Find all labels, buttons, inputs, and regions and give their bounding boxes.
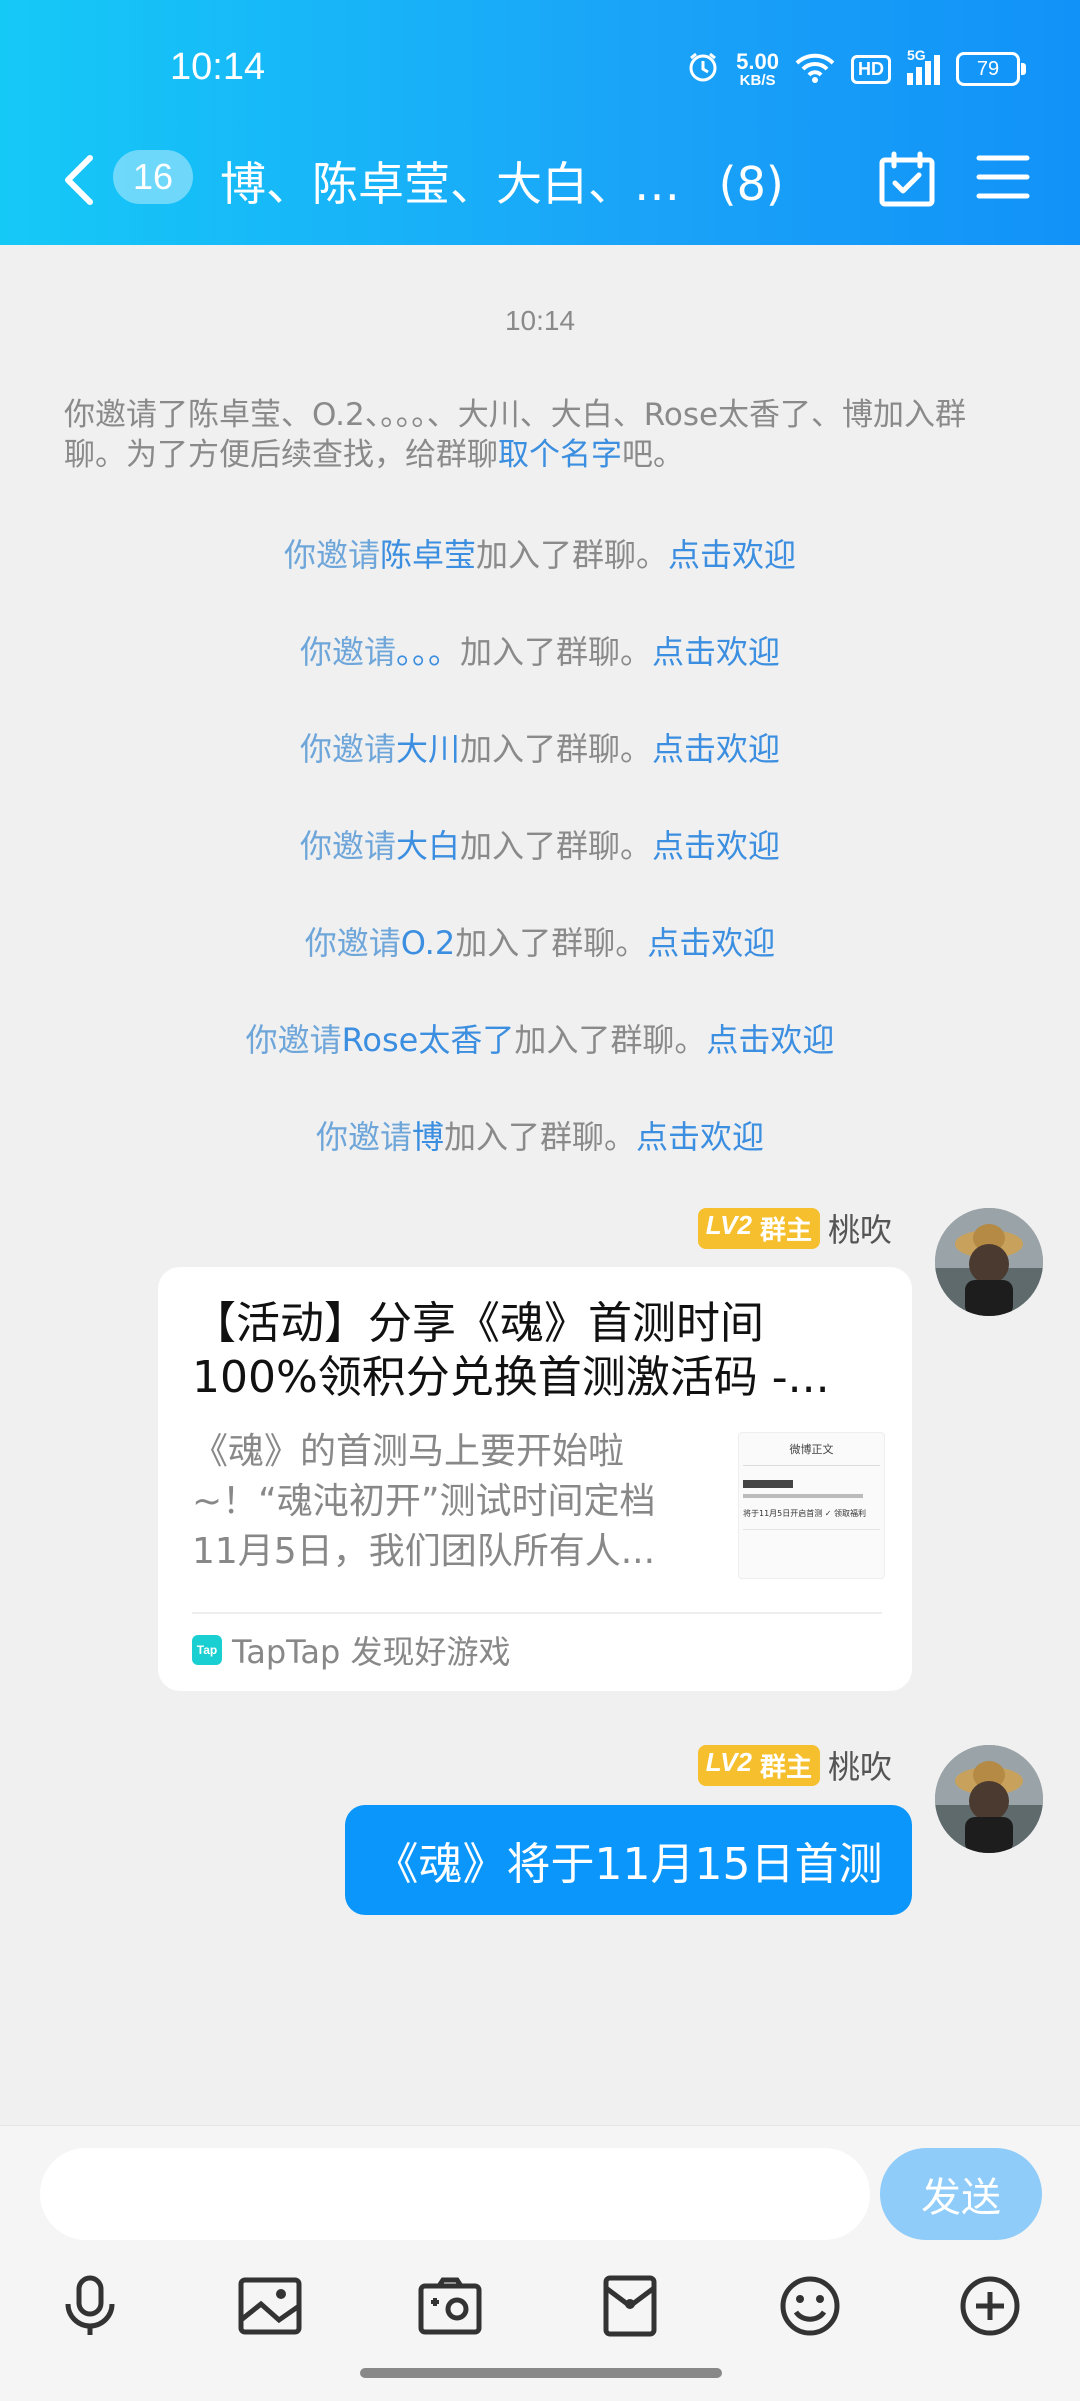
calendar-check-icon [879,151,935,207]
sender-name[interactable]: 桃吹 [828,1742,892,1788]
welcome-link[interactable]: 点击欢迎 [636,1118,764,1156]
welcome-link[interactable]: 点击欢迎 [706,1021,834,1059]
chat-title[interactable]: 博、陈卓莹、大白、… (8) [220,148,784,214]
calendar-button[interactable] [878,150,936,208]
join-notice: 你邀请Rose太香了加入了群聊。点击欢迎 [245,1021,835,1059]
send-button[interactable]: 发送 [880,2148,1042,2240]
voice-button[interactable] [50,2266,130,2346]
role-badge: LV2 群主 [697,1744,820,1786]
message-timestamp: 10:14 [504,305,576,336]
member-count: (8) [718,157,784,211]
member-name[interactable]: 大白 [396,827,460,865]
join-notice: 你邀请O.2加入了群聊。点击欢迎 [304,924,776,962]
image-icon [238,2277,302,2335]
card-source: TapTap 发现好游戏 [232,1633,511,1671]
welcome-link[interactable]: 点击欢迎 [647,924,775,962]
plus-icon [960,2276,1020,2336]
welcome-link[interactable]: 点击欢迎 [652,827,780,865]
alarm-icon [686,50,720,88]
card-thumbnail: 微博正文 将于11月5日开启首测 ✓ 领取福利 [738,1432,885,1579]
status-bar: 10:14 5.00 KB/S HD 5G 79 [0,0,1080,140]
emoji-icon [780,2276,840,2336]
home-indicator[interactable] [360,2368,722,2378]
join-notice: 你邀请大川加入了群聊。点击欢迎 [299,730,781,768]
card-title: 【活动】分享《魂》首测时间100%领积分兑换首测激活码 -... [192,1298,830,1403]
nav-bar: 16 博、陈卓莹、大白、… (8) [0,140,1080,245]
member-name[interactable]: Rose太香了 [342,1021,515,1059]
welcome-link[interactable]: 点击欢迎 [652,730,780,768]
member-name[interactable]: 陈卓莹 [380,536,476,574]
join-notice: 你邀请博加入了群聊。点击欢迎 [315,1118,765,1156]
welcome-link[interactable]: 点击欢迎 [652,633,780,671]
join-notice: 你邀请大白加入了群聊。点击欢迎 [299,827,781,865]
network-speed: 5.00 KB/S [736,48,779,89]
member-name[interactable]: 博 [412,1118,444,1156]
join-notice: 你邀请。。。加入了群聊。点击欢迎 [299,633,781,671]
name-group-link[interactable]: 取个名字 [498,437,622,473]
taptap-icon: Tap [192,1635,222,1665]
member-name[interactable]: O.2 [401,924,455,962]
card-footer: Tap TapTap 发现好游戏 [192,1627,511,1673]
avatar-image [935,1745,1043,1853]
welcome-link[interactable]: 点击欢迎 [668,536,796,574]
link-card[interactable]: 【活动】分享《魂》首测时间100%领积分兑换首测激活码 -... 《魂》的首测马… [158,1267,912,1691]
red-packet-icon [603,2275,657,2337]
member-name[interactable]: 大川 [396,730,460,768]
wifi-icon [795,51,835,87]
card-description: 《魂》的首测马上要开始啦~！“魂沌初开”测试时间定档11月5日，我们团队所有人.… [192,1431,656,1572]
sender-row: LV2 群主 桃吹 [697,1742,892,1788]
input-toolbar [0,2266,1080,2356]
camera-button[interactable] [410,2266,490,2346]
image-button[interactable] [230,2266,310,2346]
card-divider [192,1612,882,1614]
member-name[interactable]: 。。。 [396,633,460,671]
status-icons: 5.00 KB/S HD 5G 79 [686,47,1026,89]
input-area: 发送 [0,2125,1080,2401]
chevron-left-icon [65,155,93,205]
hamburger-menu-icon [976,155,1030,199]
sender-row: LV2 群主 桃吹 [697,1205,892,1251]
avatar-image [935,1208,1043,1316]
menu-button[interactable] [976,152,1030,202]
more-button[interactable] [950,2266,1030,2346]
system-notice: 你邀请了陈卓莹、O.2、。。。、大川、大白、Rose太香了、博加入群聊。为了方便… [64,397,967,473]
camera-icon [418,2277,482,2335]
emoji-button[interactable] [770,2266,850,2346]
red-packet-button[interactable] [590,2266,670,2346]
microphone-icon [65,2275,115,2335]
unread-count-badge[interactable]: 16 [113,150,193,204]
status-time: 10:14 [170,46,266,88]
battery-indicator: 79 [956,52,1026,86]
hd-badge: HD [851,54,891,84]
join-notice: 你邀请陈卓莹加入了群聊。点击欢迎 [283,536,797,574]
sender-name[interactable]: 桃吹 [828,1205,892,1251]
message-bubble[interactable]: 《魂》将于11月15日首测 [345,1805,912,1915]
avatar[interactable] [935,1745,1043,1853]
message-input[interactable] [40,2148,870,2240]
signal-icon: 5G [907,47,940,85]
avatar[interactable] [935,1208,1043,1316]
back-button[interactable] [56,150,106,210]
role-badge: LV2 群主 [697,1207,820,1249]
header: 10:14 5.00 KB/S HD 5G 79 16 博、陈卓莹、大白、… (… [0,0,1080,245]
chat-area[interactable]: 10:14 你邀请了陈卓莹、O.2、。。。、大川、大白、Rose太香了、博加入群… [0,245,1080,2125]
